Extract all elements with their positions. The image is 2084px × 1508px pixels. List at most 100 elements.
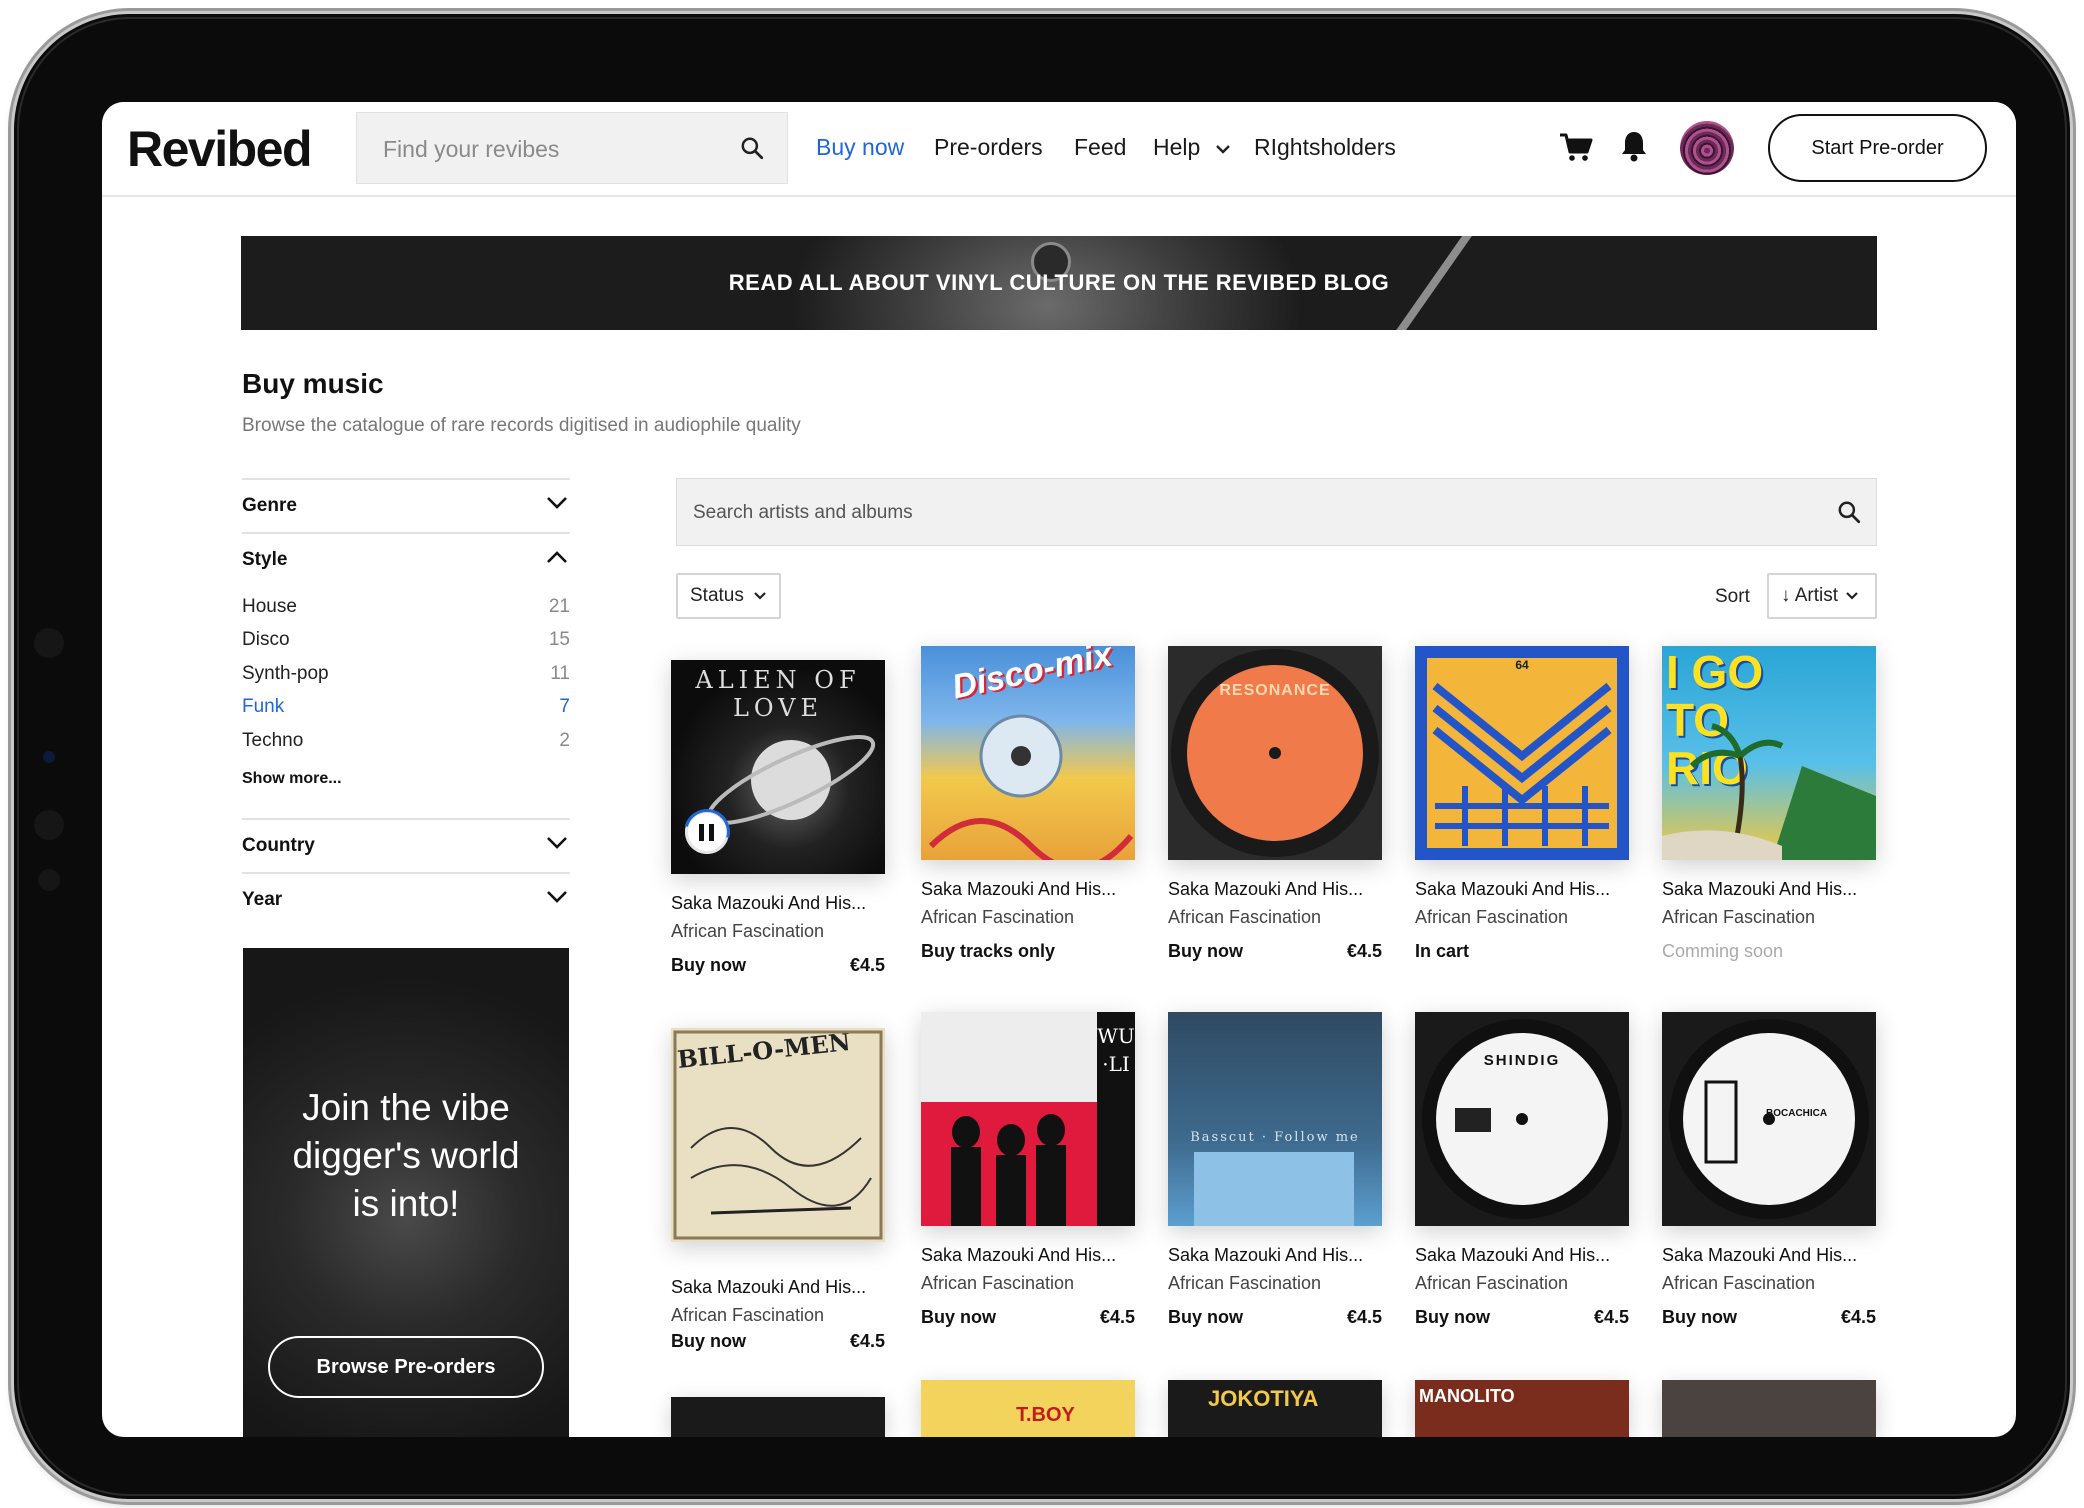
tablet-frame: Revibed Buy now Pre-orders Feed Help RIg… [14,14,2070,1499]
album-cover[interactable]: JOKOTIYA [1168,1380,1382,1437]
card-album[interactable]: African Fascination [671,921,824,942]
card-status[interactable]: Buy now [1415,1307,1490,1328]
card-album[interactable]: African Fascination [1662,907,1815,928]
filter-style[interactable]: Style [242,532,570,586]
camera-lens [43,751,55,763]
style-item-count: 21 [548,596,570,617]
filter-genre[interactable]: Genre [242,478,570,532]
cart-icon[interactable] [1559,132,1593,162]
browse-preorders-button[interactable]: Browse Pre-orders [268,1336,544,1398]
style-item-funk[interactable]: Funk 7 [242,696,570,718]
album-cover[interactable]: Disco-mix [921,646,1135,860]
card-album[interactable]: African Fascination [921,907,1074,928]
card-album[interactable]: African Fascination [1415,907,1568,928]
filter-country[interactable]: Country [242,818,570,872]
user-avatar[interactable] [1680,121,1734,175]
card-artist[interactable]: Saka Mazouki And His... [921,879,1135,900]
nav-pre-orders[interactable]: Pre-orders [934,134,1043,161]
style-item-label: Disco [242,629,290,650]
style-item-count: 11 [550,663,570,684]
style-item-label: Techno [242,730,304,751]
card-status[interactable]: Buy now [1662,1307,1737,1328]
card-artist[interactable]: Saka Mazouki And His... [1168,1245,1382,1266]
card-album[interactable]: African Fascination [1168,907,1321,928]
catalog-search [676,478,1877,546]
card-album[interactable]: African Fascination [671,1305,824,1326]
top-header: Revibed Buy now Pre-orders Feed Help RIg… [102,102,2016,197]
card-status[interactable]: Buy tracks only [921,941,1055,962]
screen: Revibed Buy now Pre-orders Feed Help RIg… [102,102,2016,1437]
card-status[interactable]: Buy now [671,955,746,976]
peek-cover-text: MANOLITO [1419,1386,1515,1406]
album-cover[interactable]: SHINDIG [1415,1012,1629,1226]
nav-buy-now[interactable]: Buy now [816,134,904,161]
nav-feed[interactable]: Feed [1074,134,1126,161]
album-cover[interactable]: BOCACHICA [1662,1012,1876,1226]
album-cover[interactable]: I GO TO RIO [1662,646,1876,860]
bell-icon[interactable] [1620,130,1648,162]
card-album[interactable]: African Fascination [1415,1273,1568,1294]
blog-banner[interactable]: READ ALL ABOUT VINYL CULTURE ON THE REVI… [241,236,1877,330]
card-artist[interactable]: Saka Mazouki And His... [1415,879,1629,900]
card-status[interactable]: In cart [1415,941,1469,962]
show-more-link[interactable]: Show more... [242,770,342,788]
card-album[interactable]: African Fascination [1168,1273,1321,1294]
peek-cover-text: JOKOTIYA [1208,1386,1319,1411]
card-artist[interactable]: Saka Mazouki And His... [1168,879,1382,900]
album-cover[interactable] [1662,1380,1876,1437]
cover-text: ALIEN OF LOVE [695,666,861,722]
album-cover[interactable] [671,1397,885,1437]
card-album[interactable]: African Fascination [1662,1273,1815,1294]
chevron-down-icon [547,891,567,903]
nav-help-label: Help [1153,134,1201,160]
album-cover[interactable]: BILL-O-MEN [671,1028,885,1242]
nav-rightsholders[interactable]: RIghtsholders [1254,134,1396,161]
card-album[interactable]: African Fascination [921,1273,1074,1294]
card-artist[interactable]: Saka Mazouki And His... [1662,879,1876,900]
card-artist[interactable]: Saka Mazouki And His... [671,1277,885,1298]
promo-line: Join the vibe [302,1087,510,1128]
camera-dot [34,810,64,840]
card-status[interactable]: Buy now [1168,941,1243,962]
card-artist[interactable]: Saka Mazouki And His... [921,1245,1135,1266]
card-status[interactable]: Buy now [921,1307,996,1328]
nav-help[interactable]: Help [1153,134,1231,161]
search-icon[interactable] [739,135,765,161]
card-artist[interactable]: Saka Mazouki And His... [1415,1245,1629,1266]
album-cover[interactable]: Basscut · Follow me [1168,1012,1382,1226]
album-cover[interactable]: T.BOY [921,1380,1135,1437]
album-cover[interactable]: WU·LI [921,1012,1135,1226]
filter-year[interactable]: Year [242,872,570,926]
album-cover[interactable]: ALIEN OF LOVE [671,660,885,874]
global-search-input[interactable] [381,131,725,167]
pattern-art [1415,646,1629,860]
card-artist[interactable]: Saka Mazouki And His... [671,893,885,914]
sketch-art [673,1030,883,1240]
search-icon[interactable] [1836,499,1862,525]
filter-style-label: Style [242,549,288,570]
card-artist[interactable]: Saka Mazouki And His... [1662,1245,1876,1266]
catalog-search-input[interactable] [691,497,1795,529]
style-item-house[interactable]: House 21 [242,596,570,618]
card-price: €4.5 [1346,1307,1382,1327]
album-cover[interactable]: 64 [1415,646,1629,860]
card-price: €4.5 [1840,1307,1876,1327]
cover-photo [1194,1152,1354,1226]
album-cover[interactable]: MANOLITO [1415,1380,1629,1437]
cover-text: BOCACHICA [1766,1108,1828,1119]
style-item-techno[interactable]: Techno 2 [242,730,570,752]
status-select[interactable]: Status [676,573,782,619]
card-status: Comming soon [1662,941,1784,961]
revibed-logo[interactable]: Revibed [127,120,313,178]
card-status[interactable]: Buy now [1168,1307,1243,1328]
cover-text: WU·LI [1097,1024,1135,1076]
album-cover[interactable]: RESONANCE [1168,646,1382,860]
style-item-synth-pop[interactable]: Synth-pop 11 [242,663,570,685]
sort-select[interactable]: ↓ Artist [1767,573,1877,619]
card-status[interactable]: Buy now [671,1331,746,1352]
style-item-disco[interactable]: Disco 15 [242,629,570,651]
cover-text: SHINDIG [1483,1052,1561,1069]
chevron-down-icon [547,837,567,849]
pause-button[interactable] [685,810,729,854]
start-preorder-button[interactable]: Start Pre-order [1768,114,1987,182]
